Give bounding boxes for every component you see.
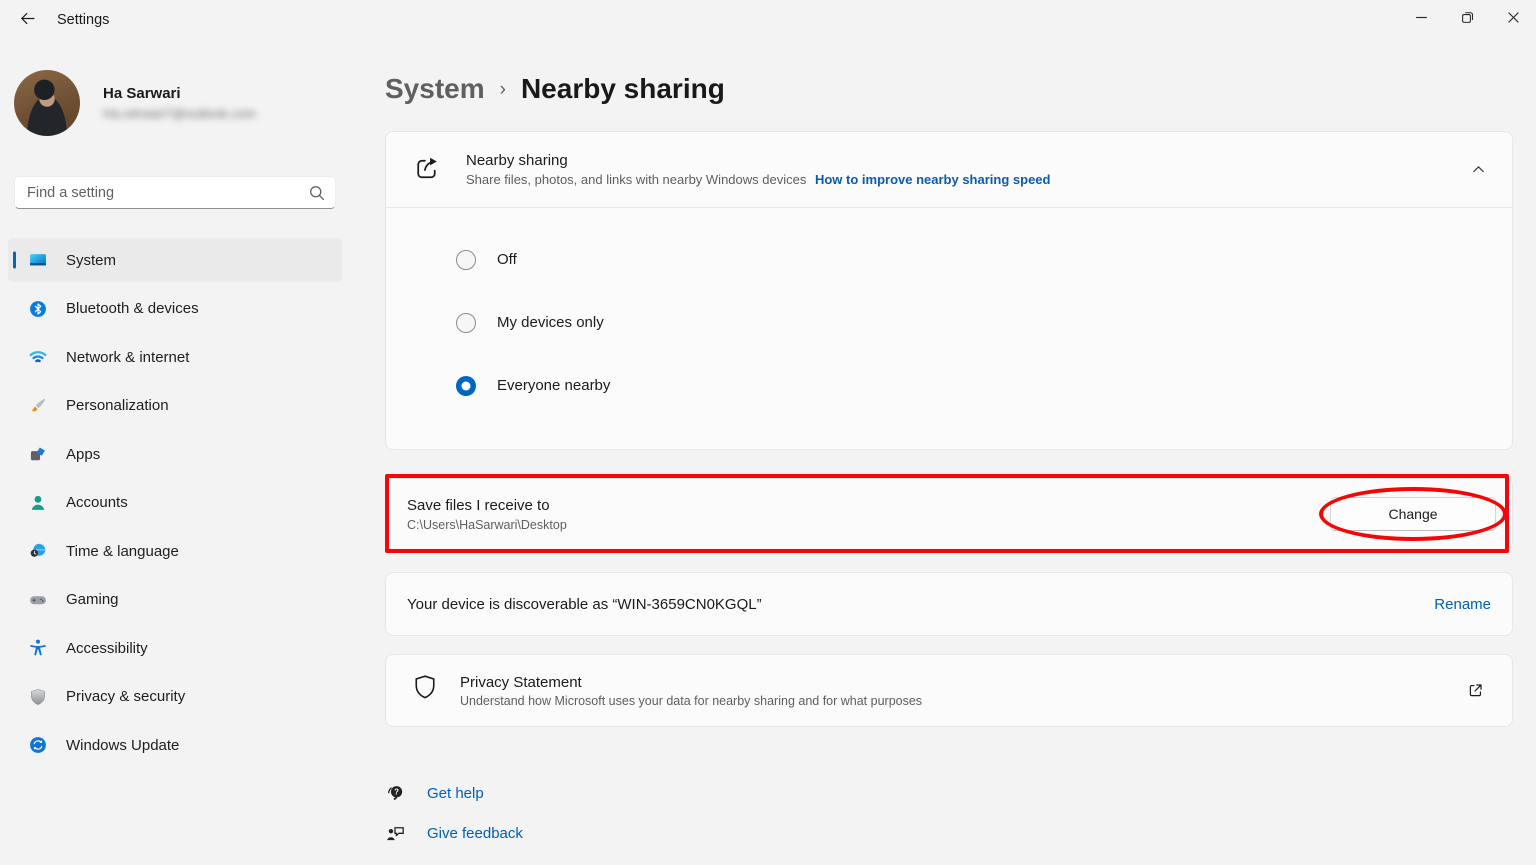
- sidebar: Ha Sarwari Ha.s4rwari7@outlook.com Syste…: [0, 40, 350, 865]
- window-title: Settings: [57, 0, 109, 40]
- sidebar-item-label: Network & internet: [66, 349, 189, 366]
- radio-label: Everyone nearby: [497, 377, 610, 394]
- sidebar-item-label: Personalization: [66, 397, 169, 414]
- privacy-security-icon: [28, 687, 48, 707]
- personalization-icon: [28, 396, 48, 416]
- titlebar: Settings: [0, 0, 1536, 40]
- radio-option-my-devices-only[interactable]: My devices only: [456, 291, 1512, 354]
- selected-accent-bar: [13, 252, 16, 269]
- minimize-button[interactable]: [1398, 0, 1444, 40]
- profile-email: Ha.s4rwari7@outlook.com: [103, 106, 256, 121]
- sidebar-item-label: Accessibility: [66, 640, 148, 657]
- close-button[interactable]: [1490, 0, 1536, 40]
- radio-option-everyone-nearby[interactable]: Everyone nearby: [456, 354, 1512, 417]
- nearby-sharing-title: Nearby sharing: [466, 152, 1050, 169]
- sidebar-item-label: System: [66, 252, 116, 269]
- radio-label: Off: [497, 251, 517, 268]
- get-help-link: Get help: [427, 785, 484, 802]
- breadcrumb-separator-icon: ›: [500, 79, 506, 101]
- breadcrumb: System › Nearby sharing: [385, 73, 1513, 105]
- back-button[interactable]: [10, 7, 44, 34]
- give-feedback-row[interactable]: Give feedback: [385, 813, 1513, 853]
- rename-link[interactable]: Rename: [1434, 596, 1491, 613]
- search-icon: [308, 184, 326, 207]
- radio-option-off[interactable]: Off: [456, 228, 1512, 291]
- sidebar-item-system[interactable]: System: [8, 238, 342, 282]
- windows-update-icon: [28, 735, 48, 755]
- radio-label: My devices only: [497, 314, 604, 331]
- sidebar-item-personalization[interactable]: Personalization: [8, 384, 342, 428]
- accessibility-icon: [28, 638, 48, 658]
- network-icon: [28, 347, 48, 367]
- sidebar-item-label: Windows Update: [66, 737, 179, 754]
- sidebar-item-label: Bluetooth & devices: [66, 300, 199, 317]
- privacy-statement-title: Privacy Statement: [460, 674, 922, 691]
- radio-icon: [456, 313, 476, 333]
- sidebar-nav: System Bluetooth & devices Network & int…: [8, 238, 342, 772]
- nearby-sharing-description: Share files, photos, and links with near…: [466, 172, 806, 187]
- nearby-sharing-options: Off My devices only Everyone nearby: [386, 208, 1512, 449]
- privacy-statement-description: Understand how Microsoft uses your data …: [460, 694, 922, 708]
- sidebar-item-network-internet[interactable]: Network & internet: [8, 335, 342, 379]
- change-button[interactable]: Change: [1330, 497, 1496, 531]
- sidebar-item-label: Privacy & security: [66, 688, 185, 705]
- share-icon: [411, 151, 444, 189]
- avatar: [14, 70, 80, 136]
- minimize-icon: [1415, 11, 1428, 29]
- window-controls: [1398, 0, 1536, 40]
- improve-speed-link[interactable]: How to improve nearby sharing speed: [815, 172, 1051, 187]
- chevron-up-icon[interactable]: [1471, 162, 1486, 177]
- page-title: Nearby sharing: [521, 73, 725, 105]
- shield-outline-icon: [411, 673, 439, 708]
- sidebar-item-windows-update[interactable]: Windows Update: [8, 723, 342, 767]
- sidebar-item-accounts[interactable]: Accounts: [8, 481, 342, 525]
- breadcrumb-system[interactable]: System: [385, 73, 485, 105]
- sidebar-item-label: Gaming: [66, 591, 119, 608]
- save-files-card: Save files I receive to C:\Users\HaSarwa…: [385, 478, 1513, 550]
- save-files-section: Save files I receive to C:\Users\HaSarwa…: [385, 478, 1513, 550]
- time-language-icon: [28, 541, 48, 561]
- privacy-statement-card[interactable]: Privacy Statement Understand how Microso…: [385, 654, 1513, 727]
- back-arrow-icon: [19, 10, 36, 32]
- sidebar-item-privacy-security[interactable]: Privacy & security: [8, 675, 342, 719]
- footer-links: ? Get help Give feedback: [385, 773, 1513, 853]
- sidebar-item-label: Apps: [66, 446, 100, 463]
- discoverable-card: Your device is discoverable as “WIN-3659…: [385, 572, 1513, 636]
- restore-button[interactable]: [1444, 0, 1490, 40]
- sidebar-item-label: Time & language: [66, 543, 179, 560]
- discoverable-text: Your device is discoverable as “WIN-3659…: [407, 596, 762, 613]
- nearby-sharing-expander-header[interactable]: Nearby sharing Share files, photos, and …: [386, 132, 1512, 207]
- accounts-icon: [28, 493, 48, 513]
- search-input[interactable]: [15, 177, 335, 208]
- restore-icon: [1461, 11, 1474, 29]
- sidebar-item-time-language[interactable]: Time & language: [8, 529, 342, 573]
- profile[interactable]: Ha Sarwari Ha.s4rwari7@outlook.com: [14, 70, 256, 136]
- give-feedback-icon: [385, 823, 407, 844]
- profile-name: Ha Sarwari: [103, 85, 256, 102]
- get-help-row[interactable]: ? Get help: [385, 773, 1513, 813]
- gaming-icon: [28, 590, 48, 610]
- sidebar-item-label: Accounts: [66, 494, 128, 511]
- sidebar-item-bluetooth-devices[interactable]: Bluetooth & devices: [8, 287, 342, 331]
- save-files-title: Save files I receive to: [407, 497, 567, 514]
- get-help-icon: ?: [385, 783, 407, 804]
- sidebar-item-apps[interactable]: Apps: [8, 432, 342, 476]
- radio-icon: [456, 250, 476, 270]
- close-icon: [1507, 11, 1520, 29]
- save-files-path: C:\Users\HaSarwari\Desktop: [407, 518, 567, 532]
- give-feedback-link: Give feedback: [427, 825, 523, 842]
- sidebar-item-accessibility[interactable]: Accessibility: [8, 626, 342, 670]
- radio-dot: [462, 381, 471, 390]
- nearby-sharing-card: Nearby sharing Share files, photos, and …: [385, 131, 1513, 450]
- external-link-icon[interactable]: [1467, 682, 1484, 699]
- sidebar-item-gaming[interactable]: Gaming: [8, 578, 342, 622]
- system-icon: [28, 250, 48, 270]
- search-box: [14, 176, 336, 209]
- svg-text:?: ?: [394, 787, 399, 796]
- radio-selected-icon: [456, 376, 476, 396]
- bluetooth-icon: [28, 299, 48, 319]
- apps-icon: [28, 444, 48, 464]
- main-content: System › Nearby sharing Nearby sharing S…: [385, 40, 1513, 853]
